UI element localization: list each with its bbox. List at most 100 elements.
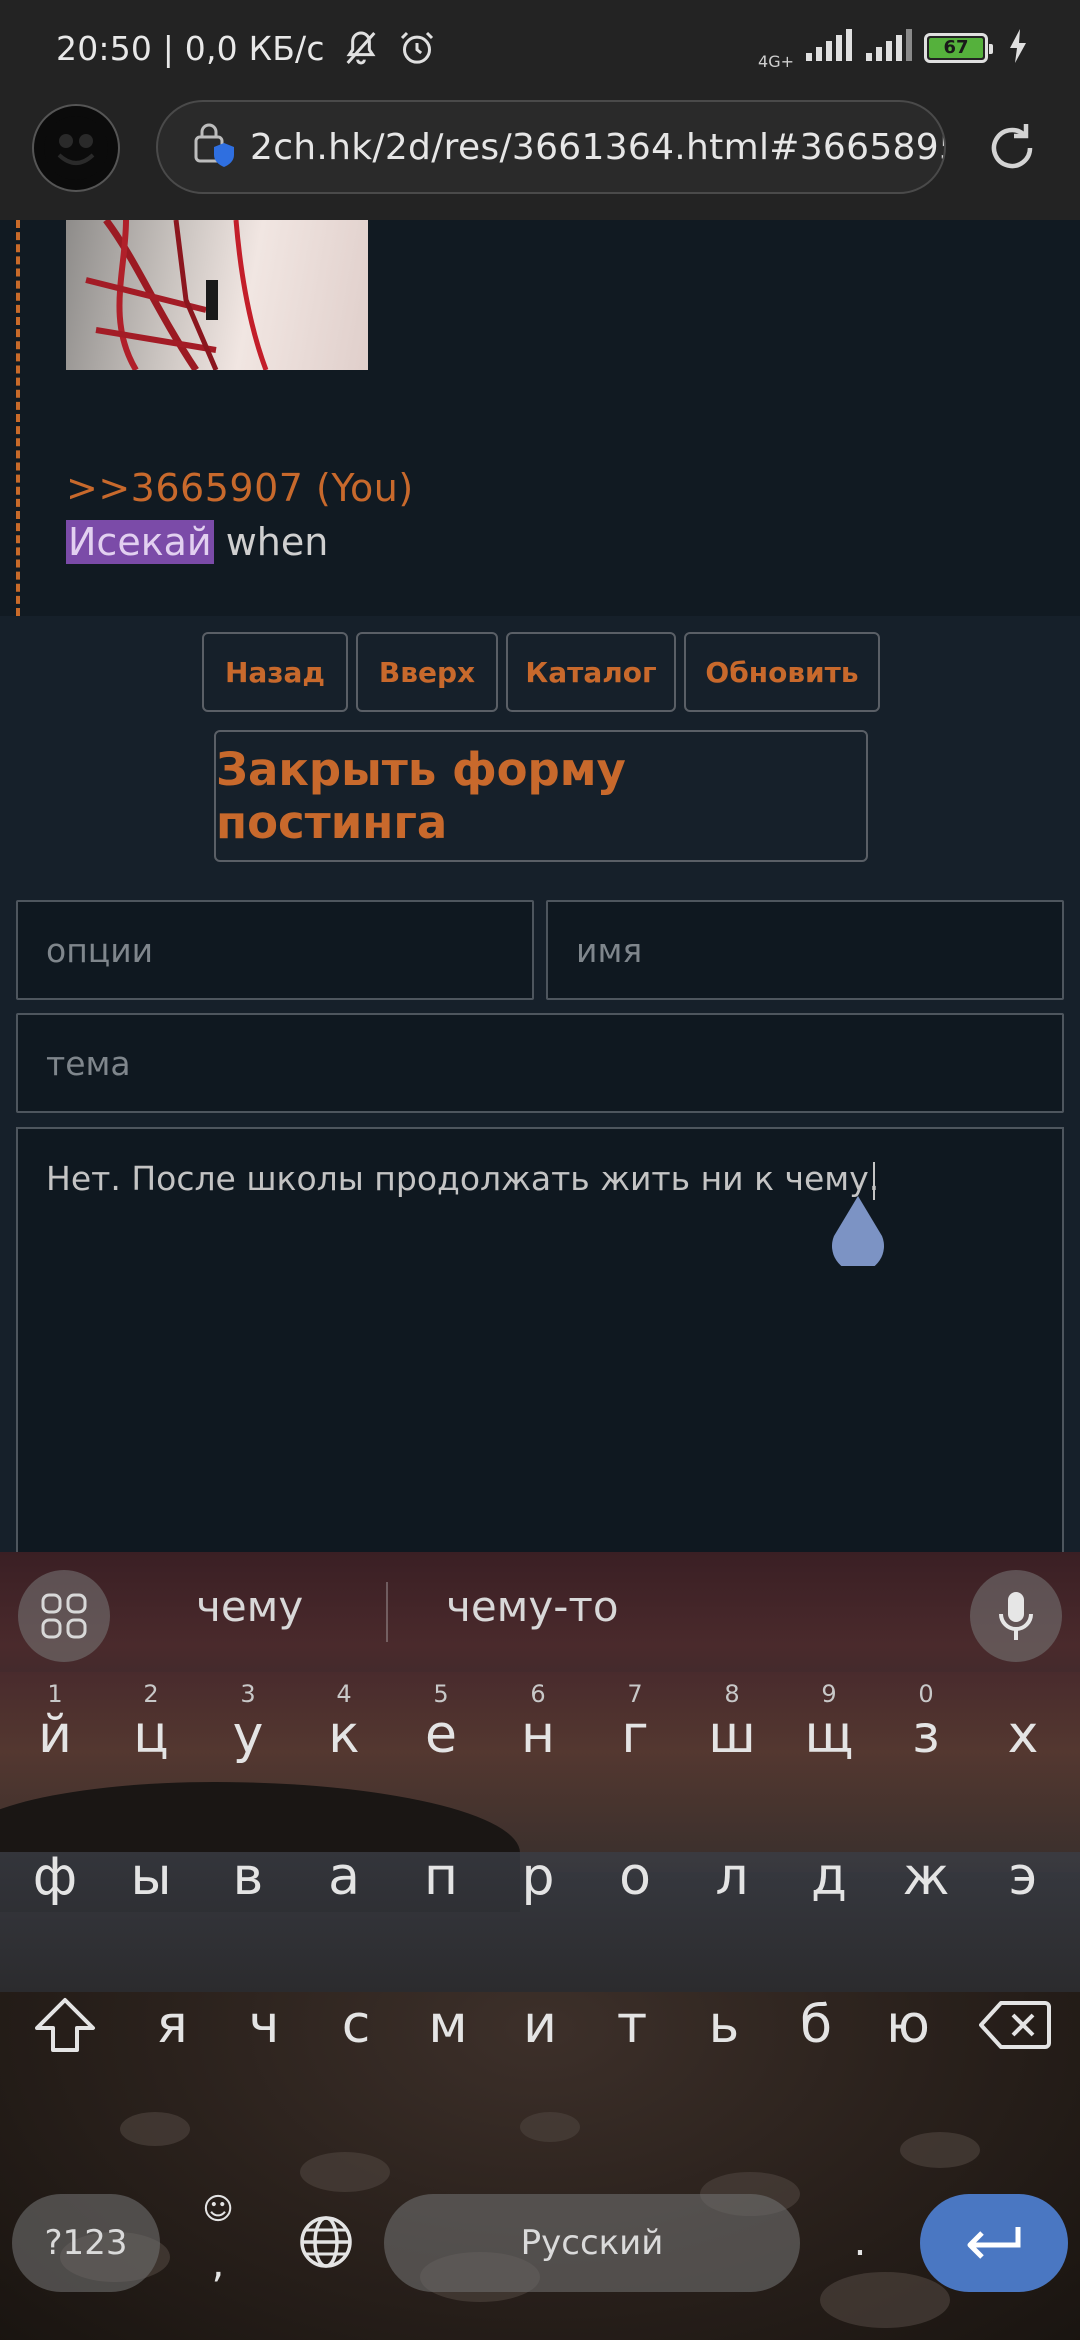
- key-д[interactable]: д: [779, 1822, 879, 1932]
- space-key[interactable]: Русский: [384, 2194, 800, 2292]
- post-text-rest: when: [213, 520, 329, 564]
- key-к[interactable]: 4к: [294, 1680, 394, 1790]
- post-image-thumbnail[interactable]: [66, 220, 368, 370]
- browser-toolbar: 2ch.hk/2d/res/3661364.html#3665895: [0, 96, 1080, 220]
- key-label: щ: [804, 1705, 854, 1765]
- key-щ[interactable]: 9щ: [779, 1680, 879, 1790]
- key-label: к: [328, 1705, 360, 1765]
- key-м[interactable]: м: [398, 1970, 498, 2080]
- key-ф[interactable]: ф: [5, 1822, 105, 1932]
- subject-placeholder: тема: [46, 1043, 131, 1083]
- key-ы[interactable]: ы: [101, 1822, 201, 1932]
- key-с[interactable]: с: [306, 1970, 406, 2080]
- key-label: у: [232, 1705, 264, 1765]
- key-о[interactable]: о: [585, 1822, 685, 1932]
- key-label: ш: [708, 1705, 756, 1765]
- name-placeholder: имя: [576, 930, 643, 970]
- key-з[interactable]: 0з: [876, 1680, 976, 1790]
- enter-key[interactable]: [920, 2194, 1068, 2292]
- key-у[interactable]: 3у: [198, 1680, 298, 1790]
- key-number-hint: 5: [433, 1680, 449, 1708]
- post-dashed-border: [16, 220, 20, 616]
- period-key[interactable]: .: [810, 2190, 910, 2294]
- key-label: р: [521, 1847, 555, 1907]
- site-security-icon[interactable]: [192, 121, 236, 173]
- refresh-button[interactable]: Обновить: [684, 632, 880, 712]
- shift-icon: [35, 1998, 95, 2052]
- options-field[interactable]: опции: [16, 900, 534, 1000]
- key-в[interactable]: в: [198, 1822, 298, 1932]
- key-л[interactable]: л: [682, 1822, 782, 1932]
- key-ч[interactable]: ч: [214, 1970, 314, 2080]
- signal-icon-2: [864, 29, 914, 67]
- url-bar[interactable]: 2ch.hk/2d/res/3661364.html#3665895: [156, 100, 946, 194]
- close-posting-form-button[interactable]: Закрыть форму постинга: [214, 730, 868, 862]
- backspace-key[interactable]: [960, 1970, 1070, 2080]
- cursor-handle-icon[interactable]: [830, 1196, 886, 1272]
- key-label: о: [619, 1847, 651, 1907]
- reply-link[interactable]: >>3665907 (You): [66, 466, 414, 510]
- key-ш[interactable]: 8ш: [682, 1680, 782, 1790]
- comma-key[interactable]: ☺ ,: [168, 2184, 268, 2304]
- key-label: с: [341, 1995, 371, 2055]
- enter-icon: [967, 2227, 1021, 2259]
- key-и[interactable]: и: [490, 1970, 590, 2080]
- up-button[interactable]: Вверх: [356, 632, 498, 712]
- key-я[interactable]: я: [122, 1970, 222, 2080]
- catalog-button[interactable]: Каталог: [506, 632, 676, 712]
- back-button[interactable]: Назад: [202, 632, 348, 712]
- network-type-label: 4G+: [758, 51, 794, 71]
- key-ю[interactable]: ю: [858, 1970, 958, 2080]
- key-label: я: [156, 1995, 188, 2055]
- key-г[interactable]: 7г: [585, 1680, 685, 1790]
- apps-grid-icon[interactable]: [18, 1570, 110, 1662]
- key-р[interactable]: р: [488, 1822, 588, 1932]
- suggestion-2[interactable]: чему-то: [446, 1582, 619, 1631]
- key-х[interactable]: х: [973, 1680, 1073, 1790]
- suggestion-1[interactable]: чему: [196, 1582, 303, 1631]
- key-label: ж: [902, 1847, 950, 1907]
- key-label: л: [715, 1847, 749, 1907]
- key-е[interactable]: 5е: [391, 1680, 491, 1790]
- key-label: и: [523, 1995, 557, 2055]
- shift-key[interactable]: [10, 1970, 120, 2080]
- key-label: г: [621, 1705, 649, 1765]
- key-number-hint: 0: [918, 1680, 934, 1708]
- message-text: Нет. После школы продолжать жить ни к че…: [46, 1159, 880, 1198]
- key-label: ы: [130, 1847, 172, 1907]
- key-б[interactable]: б: [766, 1970, 866, 2080]
- name-field[interactable]: имя: [546, 900, 1064, 1000]
- key-label: з: [912, 1705, 940, 1765]
- reload-icon[interactable]: [982, 118, 1042, 178]
- key-label: м: [428, 1995, 468, 2055]
- key-й[interactable]: 1й: [5, 1680, 105, 1790]
- key-label: .: [853, 2219, 867, 2265]
- key-label: п: [424, 1847, 458, 1907]
- options-placeholder: опции: [46, 930, 154, 970]
- symbols-key[interactable]: ?123: [12, 2194, 160, 2292]
- key-ц[interactable]: 2ц: [101, 1680, 201, 1790]
- key-э[interactable]: э: [973, 1822, 1073, 1932]
- battery-icon: 67: [924, 33, 993, 63]
- key-ж[interactable]: ж: [876, 1822, 976, 1932]
- battery-level: 67: [929, 38, 983, 58]
- key-т[interactable]: т: [582, 1970, 682, 2080]
- key-н[interactable]: 6н: [488, 1680, 588, 1790]
- url-text[interactable]: 2ch.hk/2d/res/3661364.html#3665895: [250, 127, 944, 168]
- language-key[interactable]: [276, 2190, 376, 2294]
- microphone-icon[interactable]: [970, 1570, 1062, 1662]
- key-label: э: [1008, 1847, 1038, 1907]
- pebble: [520, 2112, 580, 2142]
- key-number-hint: 3: [240, 1680, 256, 1708]
- key-label: б: [799, 1995, 833, 2055]
- avatar[interactable]: [32, 104, 120, 192]
- message-textarea[interactable]: Нет. После школы продолжать жить ни к че…: [16, 1127, 1064, 1567]
- charging-icon: [1008, 29, 1028, 67]
- subject-field[interactable]: тема: [16, 1013, 1064, 1113]
- key-label: е: [425, 1705, 457, 1765]
- key-ь[interactable]: ь: [674, 1970, 774, 2080]
- key-п[interactable]: п: [391, 1822, 491, 1932]
- key-а[interactable]: а: [294, 1822, 394, 1932]
- globe-icon: [300, 2216, 352, 2268]
- thread-nav: Назад Вверх Каталог Обновить: [0, 632, 1080, 712]
